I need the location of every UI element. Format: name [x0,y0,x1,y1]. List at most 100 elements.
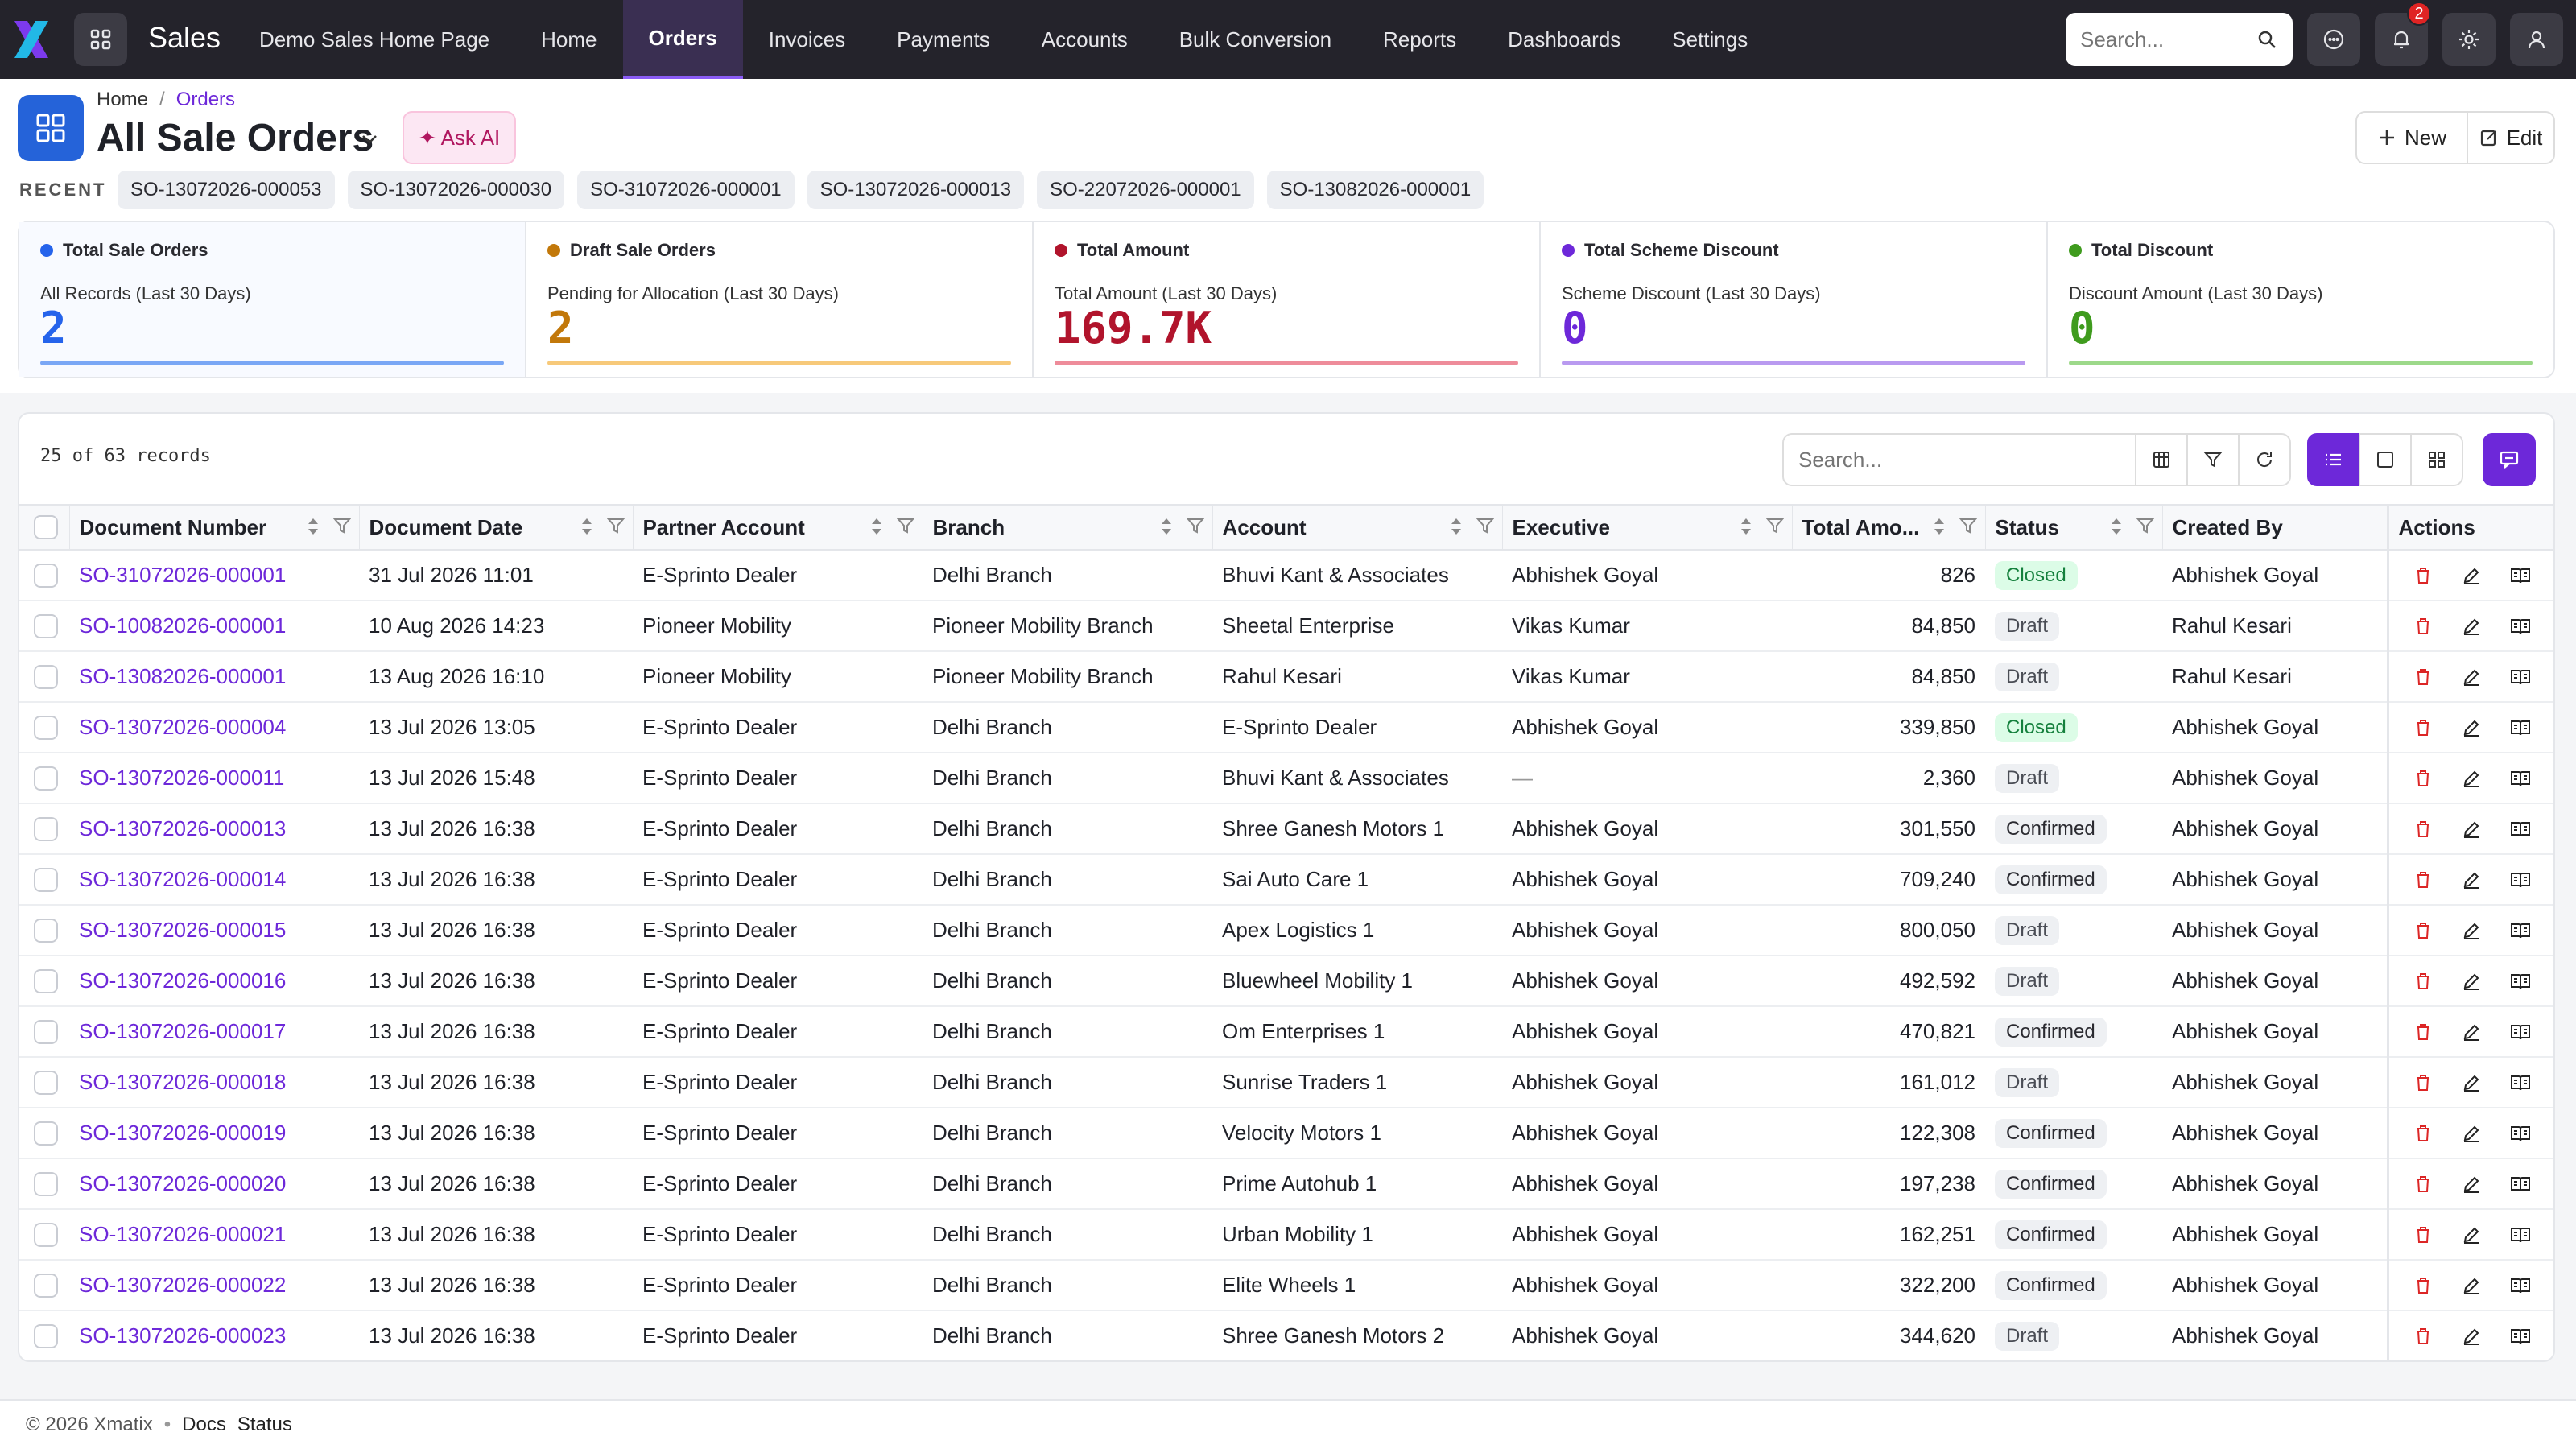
trash-icon[interactable] [2413,921,2433,940]
document-number-link[interactable]: SO-13072026-000014 [69,854,359,905]
kpi-card[interactable]: Total Discount Discount Amount (Last 30 D… [2048,222,2553,377]
ledger-icon[interactable] [2510,667,2531,687]
document-number-link[interactable]: SO-13072026-000015 [69,905,359,956]
row-checkbox[interactable] [34,816,58,841]
column-filter-icon[interactable] [332,517,351,535]
document-number-link[interactable]: SO-13072026-000019 [69,1108,359,1158]
column-header[interactable]: Status [1985,505,2163,550]
column-filter-icon[interactable] [1959,517,1977,535]
nav-item-reports[interactable]: Reports [1357,0,1482,79]
document-number-link[interactable]: SO-13072026-000011 [69,753,359,803]
row-checkbox[interactable] [34,1171,58,1196]
sort-icon[interactable] [1159,517,1174,536]
kpi-card[interactable]: Total Amount Total Amount (Last 30 Days) 1… [1034,222,1541,377]
column-header[interactable]: Total Amo... [1792,505,1986,550]
ledger-icon[interactable] [2510,1022,2531,1042]
trash-icon[interactable] [2413,972,2433,991]
nav-item-home[interactable]: Home [515,0,622,79]
list-view-icon[interactable] [2307,433,2360,486]
filter-icon[interactable] [2186,433,2240,486]
row-checkbox[interactable] [34,1070,58,1095]
column-filter-icon[interactable] [1476,517,1494,535]
column-filter-icon[interactable] [1186,517,1204,535]
table-row[interactable]: SO-13072026-000020 13 Jul 2026 16:38 E-Spr… [19,1158,2553,1209]
document-number-link[interactable]: SO-10082026-000001 [69,601,359,651]
column-filter-icon[interactable] [606,517,625,535]
column-header[interactable]: Branch [923,505,1213,550]
row-checkbox[interactable] [34,918,58,943]
trash-icon[interactable] [2413,819,2433,839]
pencil-icon[interactable] [2462,566,2481,585]
document-number-link[interactable]: SO-31072026-000001 [69,550,359,601]
pencil-icon[interactable] [2462,769,2481,788]
row-checkbox[interactable] [34,563,58,588]
document-number-link[interactable]: SO-13072026-000017 [69,1006,359,1057]
column-header[interactable]: Document Date [359,505,634,550]
trash-icon[interactable] [2413,1073,2433,1092]
recent-chip[interactable]: SO-13072026-000030 [347,171,565,209]
column-header[interactable]: Account [1212,505,1503,550]
document-number-link[interactable]: SO-13072026-000018 [69,1057,359,1108]
ledger-icon[interactable] [2510,921,2531,940]
breadcrumb-home[interactable]: Home [97,89,148,111]
document-number-link[interactable]: SO-13072026-000022 [69,1260,359,1311]
new-button[interactable]: New [2355,111,2468,164]
columns-icon[interactable] [2135,433,2188,486]
trash-icon[interactable] [2413,1124,2433,1143]
table-row[interactable]: SO-13072026-000023 13 Jul 2026 16:38 E-Spr… [19,1311,2553,1360]
refresh-icon[interactable] [2238,433,2291,486]
ledger-icon[interactable] [2510,1124,2531,1143]
kpi-card[interactable]: Total Sale Orders All Records (Last 30 Da… [19,222,526,377]
document-number-link[interactable]: SO-13072026-000016 [69,956,359,1006]
row-checkbox[interactable] [34,968,58,993]
global-search-input[interactable] [2080,15,2249,64]
pencil-icon[interactable] [2462,1225,2481,1245]
trash-icon[interactable] [2413,1225,2433,1245]
edit-button[interactable]: Edit [2467,111,2555,164]
trash-icon[interactable] [2413,1022,2433,1042]
pencil-icon[interactable] [2462,972,2481,991]
row-checkbox[interactable] [34,1323,58,1348]
trash-icon[interactable] [2413,769,2433,788]
ledger-icon[interactable] [2510,769,2531,788]
row-checkbox[interactable] [34,1121,58,1146]
trash-icon[interactable] [2413,718,2433,737]
ledger-icon[interactable] [2510,718,2531,737]
sort-icon[interactable] [1739,517,1753,536]
row-checkbox[interactable] [34,715,58,740]
recent-chip[interactable]: SO-13082026-000001 [1266,171,1484,209]
trash-icon[interactable] [2413,1327,2433,1346]
recent-chip[interactable]: SO-31072026-000001 [577,171,795,209]
ledger-icon[interactable] [2510,972,2531,991]
recent-chip[interactable]: SO-22072026-000001 [1037,171,1254,209]
table-row[interactable]: SO-13072026-000017 13 Jul 2026 16:38 E-Spr… [19,1006,2553,1057]
row-checkbox[interactable] [34,664,58,689]
pencil-icon[interactable] [2462,870,2481,890]
status-link[interactable]: Status [237,1414,292,1436]
table-row[interactable]: SO-10082026-000001 10 Aug 2026 14:23 Pione… [19,601,2553,651]
column-filter-icon[interactable] [896,517,914,535]
trash-icon[interactable] [2413,667,2433,687]
nav-item-bulk-conversion[interactable]: Bulk Conversion [1154,0,1357,79]
document-number-link[interactable]: SO-13072026-000013 [69,803,359,854]
sort-icon[interactable] [1449,517,1463,536]
nav-item-accounts[interactable]: Accounts [1016,0,1154,79]
pencil-icon[interactable] [2462,617,2481,636]
column-header[interactable]: Partner Account [633,505,923,550]
notifications-button[interactable]: 2 [2375,2,2431,66]
apps-grid-icon[interactable] [74,13,127,66]
document-number-link[interactable]: SO-13072026-000021 [69,1209,359,1260]
trash-icon[interactable] [2413,1276,2433,1295]
column-filter-icon[interactable] [1765,517,1784,535]
column-header[interactable]: Created By [2162,505,2388,550]
ledger-icon[interactable] [2510,1174,2531,1194]
ledger-icon[interactable] [2510,617,2531,636]
pencil-icon[interactable] [2462,819,2481,839]
nav-item-demo-sales-home-page[interactable]: Demo Sales Home Page [233,0,515,79]
ledger-icon[interactable] [2510,1073,2531,1092]
row-checkbox[interactable] [34,867,58,892]
table-row[interactable]: SO-13072026-000011 13 Jul 2026 15:48 E-Spr… [19,753,2553,803]
nav-item-invoices[interactable]: Invoices [743,0,871,79]
table-search-input[interactable] [1782,433,2136,486]
pencil-icon[interactable] [2462,1327,2481,1346]
